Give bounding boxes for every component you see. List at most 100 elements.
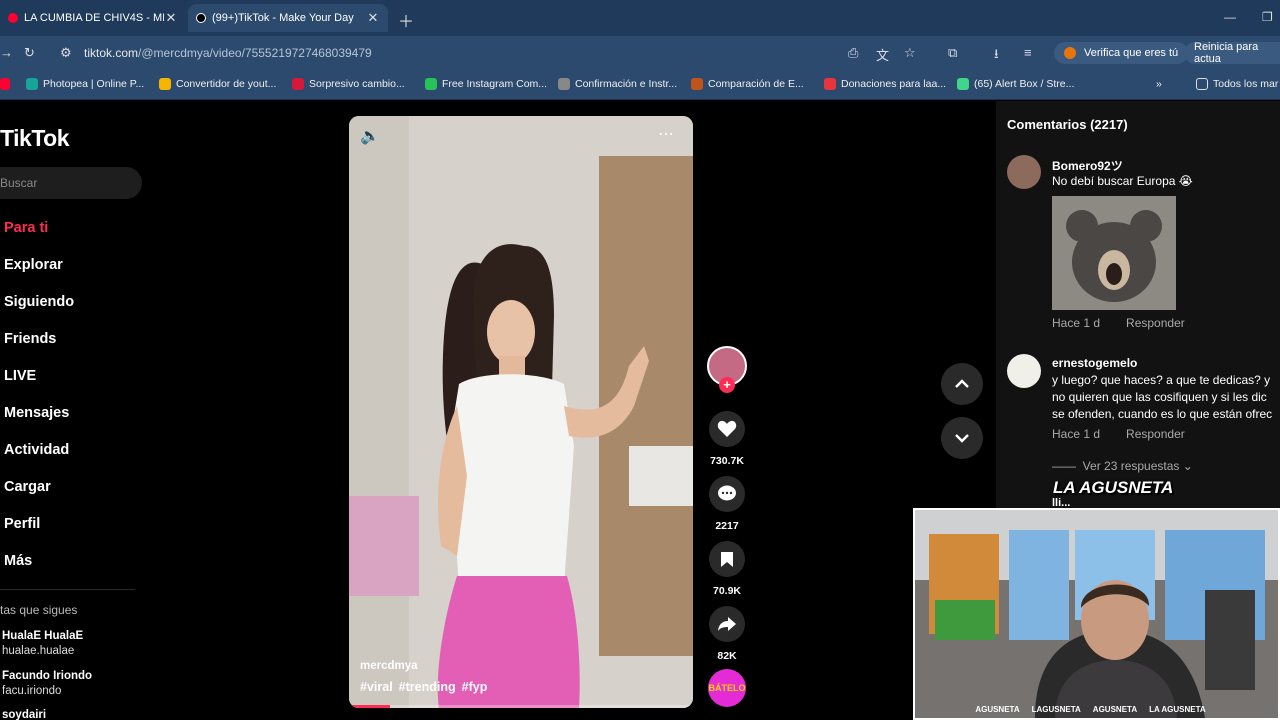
minimize-icon[interactable]: —: [1224, 10, 1236, 24]
music-disc[interactable]: BÁTELO: [708, 669, 746, 707]
bookmark-item[interactable]: Donaciones para laa...: [824, 78, 946, 90]
tab-youtube[interactable]: LA CUMBIA DE CHIV4S - MIKE ✕: [0, 4, 186, 32]
nav-messages[interactable]: Mensajes: [4, 405, 69, 421]
bookmark-icon: [159, 78, 171, 90]
all-bookmarks-label: Todos los mar: [1213, 78, 1279, 90]
nav-upload[interactable]: Cargar: [4, 479, 51, 495]
chevron-down-icon: ⌄: [1179, 459, 1193, 473]
bookmark-icon: [425, 78, 437, 90]
verify-button[interactable]: Verifica que eres tú: [1054, 42, 1189, 64]
nav-friends[interactable]: Friends: [4, 331, 56, 347]
bookmark-item[interactable]: Confirmación e Instr...: [558, 78, 677, 90]
star-icon[interactable]: ☆: [904, 45, 916, 61]
tiktok-logo[interactable]: TikTok: [0, 125, 70, 152]
reply-button[interactable]: Responder: [1126, 316, 1185, 330]
like-count: 730.7K: [710, 455, 744, 467]
volume-icon[interactable]: 🔈: [360, 126, 380, 146]
reply-button[interactable]: Responder: [1126, 427, 1185, 441]
instagram-handle: AGUSNETA: [975, 705, 1020, 714]
url-field[interactable]: tiktok.com/@mercdmya/video/7555219727468…: [84, 46, 372, 60]
hashtag[interactable]: #viral: [360, 680, 393, 694]
chevron-right-icon[interactable]: »: [1156, 78, 1162, 90]
folder-icon: [1196, 78, 1208, 90]
following-user-name: HualaE HualaE: [2, 630, 84, 642]
save-button[interactable]: [709, 541, 745, 577]
nav-profile[interactable]: Perfil: [4, 516, 40, 532]
translate-icon[interactable]: 文: [876, 45, 889, 64]
youtube-icon: [8, 13, 18, 23]
bookmark-item[interactable]: Sorpresivo cambio...: [292, 78, 405, 90]
tiktok-icon: [196, 13, 206, 23]
update-button[interactable]: Reinicia para actua: [1184, 41, 1280, 65]
video-progress-fill: [349, 705, 391, 708]
nav-more[interactable]: Más: [4, 553, 32, 569]
video-player[interactable]: 🔈 ⋯ mercdmya #viral #trending #fyp: [349, 116, 693, 708]
nav-for-you[interactable]: Para ti: [4, 220, 48, 236]
bookmark-label: Confirmación e Instr...: [575, 78, 678, 90]
comment-gif: [1052, 196, 1176, 310]
social-handles: AGUSNETA LAGUSNETA AGUSNETA LA AGUSNETA: [915, 705, 1278, 714]
reload-icon[interactable]: ↻: [24, 45, 35, 61]
comment-meta: Hace 1 d Responder: [1052, 427, 1211, 441]
following-user-name: soydairi: [2, 709, 47, 720]
more-icon[interactable]: ⋯: [658, 124, 674, 144]
nav-explore[interactable]: Explorar: [4, 257, 63, 273]
avatar[interactable]: [1007, 155, 1041, 189]
video-username[interactable]: mercdmya: [360, 660, 418, 672]
nav-following[interactable]: Siguiendo: [4, 294, 74, 310]
hashtag[interactable]: #fyp: [462, 680, 488, 694]
comment-icon: [718, 485, 736, 501]
share-button[interactable]: [709, 606, 745, 642]
download-icon[interactable]: ⭳: [994, 45, 999, 67]
follow-plus-icon[interactable]: +: [719, 377, 735, 393]
comments-title: Comentarios (2217): [1007, 117, 1128, 132]
extensions-icon[interactable]: ⧉: [948, 45, 957, 61]
search-input[interactable]: Buscar: [0, 167, 142, 199]
plus-icon[interactable]: ＋: [398, 8, 414, 32]
media-icon[interactable]: ≡: [1024, 45, 1032, 60]
comment-username[interactable]: Bomero92ツ: [1052, 157, 1123, 174]
comment-button[interactable]: [709, 476, 745, 512]
avatar[interactable]: [1007, 354, 1041, 388]
bookmarks-bar: Photopea | Online P... Convertidor de yo…: [0, 70, 1280, 100]
bookmark-icon: [957, 78, 969, 90]
bookmark-label: Convertidor de yout...: [176, 78, 277, 90]
video-progress-bar[interactable]: [349, 705, 693, 708]
like-button[interactable]: [709, 411, 745, 447]
maximize-icon[interactable]: ❐: [1262, 10, 1273, 24]
following-user[interactable]: soydairi: [2, 708, 46, 720]
kick-handle: AGUSNETA: [1092, 705, 1138, 714]
bookmark-item[interactable]: Comparación de E...: [691, 78, 804, 90]
close-icon[interactable]: ✕: [366, 10, 380, 26]
x-handle: LAGUSNETA: [1031, 705, 1081, 714]
site-info-icon[interactable]: ⚙: [60, 45, 72, 61]
chevron-down-icon: [955, 434, 969, 443]
webcam-feed: [915, 510, 1278, 718]
bookmark-label: Comparación de E...: [708, 78, 804, 90]
nav-activity[interactable]: Actividad: [4, 442, 69, 458]
install-app-icon[interactable]: ⎙: [848, 45, 858, 61]
previous-video-button[interactable]: [941, 363, 983, 405]
screen: LA CUMBIA DE CHIV4S - MIKE ✕ (99+)TikTok…: [0, 0, 1280, 720]
bookmark-item[interactable]: Photopea | Online P...: [26, 78, 144, 90]
bookmark-item[interactable]: Free Instagram Com...: [425, 78, 547, 90]
bookmark-item[interactable]: Convertidor de yout...: [159, 78, 276, 90]
comment-text: se ofenden, cuando es lo que están ofrec: [1052, 407, 1273, 421]
comment-meta: Hace 1 d Responder: [1052, 316, 1211, 330]
youtube-icon[interactable]: [0, 78, 15, 90]
browser-tabbar: LA CUMBIA DE CHIV4S - MIKE ✕ (99+)TikTok…: [0, 0, 1280, 36]
forward-icon[interactable]: →: [0, 45, 13, 60]
following-user-handle: facu.iriondo: [2, 685, 62, 697]
following-user[interactable]: HualaE HualaE hualae.hualae: [2, 629, 83, 659]
comment-text: no quieren que las cosifiquen y si les d…: [1052, 390, 1267, 404]
nav-live[interactable]: LIVE: [4, 368, 36, 384]
tab-tiktok[interactable]: (99+)TikTok - Make Your Day ✕: [188, 4, 388, 32]
close-icon[interactable]: ✕: [164, 10, 178, 26]
all-bookmarks[interactable]: Todos los mar: [1196, 78, 1278, 90]
bookmark-item[interactable]: (65) Alert Box / Stre...: [957, 78, 1074, 90]
next-video-button[interactable]: [941, 417, 983, 459]
view-replies-button[interactable]: —— Ver 23 respuestas ⌄: [1052, 459, 1193, 473]
following-user[interactable]: Facundo Iriondo facu.iriondo: [2, 669, 92, 699]
hashtag[interactable]: #trending: [399, 680, 456, 694]
comment-username[interactable]: ernestogemelo: [1052, 356, 1137, 370]
